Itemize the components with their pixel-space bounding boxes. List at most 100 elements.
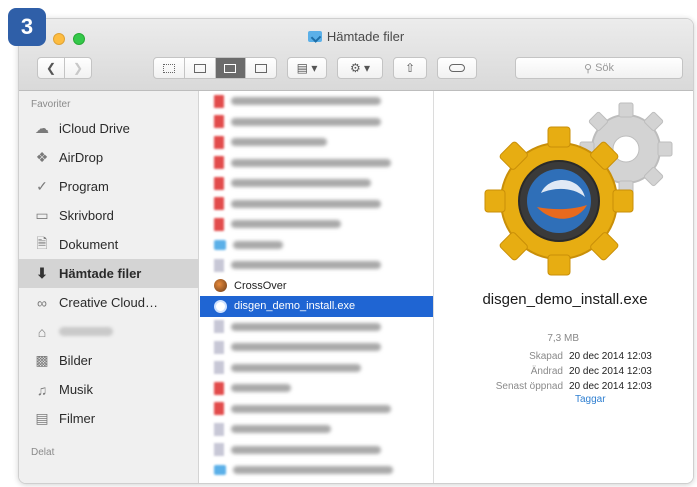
sidebar-item-program[interactable]: ✓ Program [19,172,198,201]
action-button[interactable]: ⚙ ▾ [337,57,383,79]
list-item[interactable] [200,255,433,276]
blurred-filename [233,466,393,475]
blurred-filename [231,220,341,229]
arrange-icon: ▤ ▾ [296,61,318,75]
pdf-file-icon [214,156,224,170]
pdf-file-icon [214,135,224,149]
sidebar-item-dokument[interactable]: 🗎 Dokument [19,230,198,259]
list-item[interactable] [200,378,433,399]
modified-label: Ändrad [530,366,563,377]
list-item[interactable]: CrossOver [200,276,433,297]
sidebar-item-filmer[interactable]: ▤ Filmer [19,404,198,433]
modified-row: Ändrad 20 dec 2014 12:03 [435,364,693,379]
crossover-app-icon [214,279,227,293]
coverflow-view-button[interactable] [246,58,276,78]
sidebar-item-home[interactable]: ⌂ [19,317,198,346]
airdrop-icon: ❖ [35,149,49,165]
arrange-button[interactable]: ▤ ▾ [287,57,327,79]
installer-gear-icon [484,102,673,276]
icon-view-button[interactable] [154,58,185,78]
sidebar-item-icloud[interactable]: ☁ iCloud Drive [19,114,198,143]
titlebar: Hämtade filer ❮ ❯ ▤ ▾ ⚙ ▾ ⇧ ⚲ Sök [19,19,693,91]
document-file-icon [214,320,224,334]
list-item[interactable] [200,399,433,420]
blurred-filename [231,179,371,188]
magnifier-icon: ⚲ [583,62,593,75]
music-icon: ♫ [36,381,48,398]
chevron-right-icon: ❯ [72,61,84,75]
list-item-selected[interactable]: disgen_demo_install.exe [200,296,433,317]
blurred-filename [231,261,381,270]
back-button[interactable]: ❮ [37,57,65,79]
share-icon: ⇧ [404,61,416,75]
finder-window: Hämtade filer ❮ ❯ ▤ ▾ ⚙ ▾ ⇧ ⚲ Sök Favori… [18,18,694,484]
columns-icon [224,63,237,73]
folder-icon [214,239,226,250]
pdf-file-icon [214,197,224,211]
pdf-file-icon [214,94,224,108]
sidebar: Favoriter ☁ iCloud Drive ❖ AirDrop ✓ Progra… [19,91,199,483]
blurred-filename [231,158,391,167]
list-item[interactable] [200,358,433,379]
list-item[interactable] [200,173,433,194]
sidebar-item-creative-cloud[interactable]: ∞ Creative Cloud… [19,288,198,317]
sidebar-item-downloads[interactable]: ⬇ Hämtade filer [19,259,198,288]
view-mode-group [153,57,277,79]
blurred-filename [231,445,381,454]
document-file-icon [214,422,224,436]
blurred-filename [231,425,331,434]
home-name-blurred [59,327,113,336]
pdf-file-icon [214,381,224,395]
gear-icon: ⚙ ▾ [349,61,371,75]
sidebar-item-bilder[interactable]: ▩ Bilder [19,346,198,375]
column-view-button[interactable] [215,58,247,78]
favorites-header: Favoriter [31,99,71,110]
opened-value: 20 dec 2014 12:03 [569,381,652,392]
list-item[interactable] [200,153,433,174]
sidebar-item-musik[interactable]: ♫ Musik [19,375,198,404]
list-item[interactable] [200,235,433,256]
blurred-filename [233,240,283,249]
cloud-icon: ☁ [35,120,49,136]
sidebar-item-airdrop[interactable]: ❖ AirDrop [19,143,198,172]
list-item[interactable] [200,194,433,215]
opened-row: Senast öppnad 20 dec 2014 12:03 [435,379,693,394]
list-view-button[interactable] [185,58,216,78]
document-file-icon [214,361,224,375]
blurred-filename [231,384,291,393]
preview-pane: disgen_demo_install.exe 7,3 MB Skapad 20… [435,91,693,483]
pdf-file-icon [214,217,224,231]
list-item[interactable] [200,112,433,133]
pdf-file-icon [214,176,224,190]
creative-cloud-icon: ∞ [37,294,47,311]
document-file-icon [214,340,224,354]
opened-label: Senast öppnad [495,381,563,392]
tags-link[interactable]: Taggar [435,394,693,409]
downloads-icon: ⬇ [36,265,48,281]
file-size: 7,3 MB [547,333,579,344]
blurred-filename [231,199,381,208]
list-item[interactable] [200,337,433,358]
window-title: Hämtade filer [19,29,693,44]
list-item[interactable] [200,440,433,461]
list-item[interactable] [200,91,433,112]
document-file-icon [214,258,224,272]
shared-header: Delat [31,447,55,458]
list-item[interactable] [200,214,433,235]
modified-value: 20 dec 2014 12:03 [569,366,652,377]
share-button[interactable]: ⇧ [393,57,427,79]
list-icon [193,63,206,73]
sidebar-item-skrivbord[interactable]: ▭ Skrivbord [19,201,198,230]
created-label: Skapad [529,351,563,362]
search-field[interactable]: ⚲ Sök [515,57,683,79]
list-item[interactable] [200,419,433,440]
forward-button[interactable]: ❯ [64,57,92,79]
blurred-filename [231,97,381,106]
file-column: CrossOver disgen_demo_install.exe [200,91,434,483]
list-item[interactable] [200,132,433,153]
document-icon: 🗎 [36,234,48,251]
list-item[interactable] [200,317,433,338]
tags-button[interactable] [437,57,477,79]
installer-file-icon [214,299,227,313]
list-item[interactable] [200,460,433,481]
